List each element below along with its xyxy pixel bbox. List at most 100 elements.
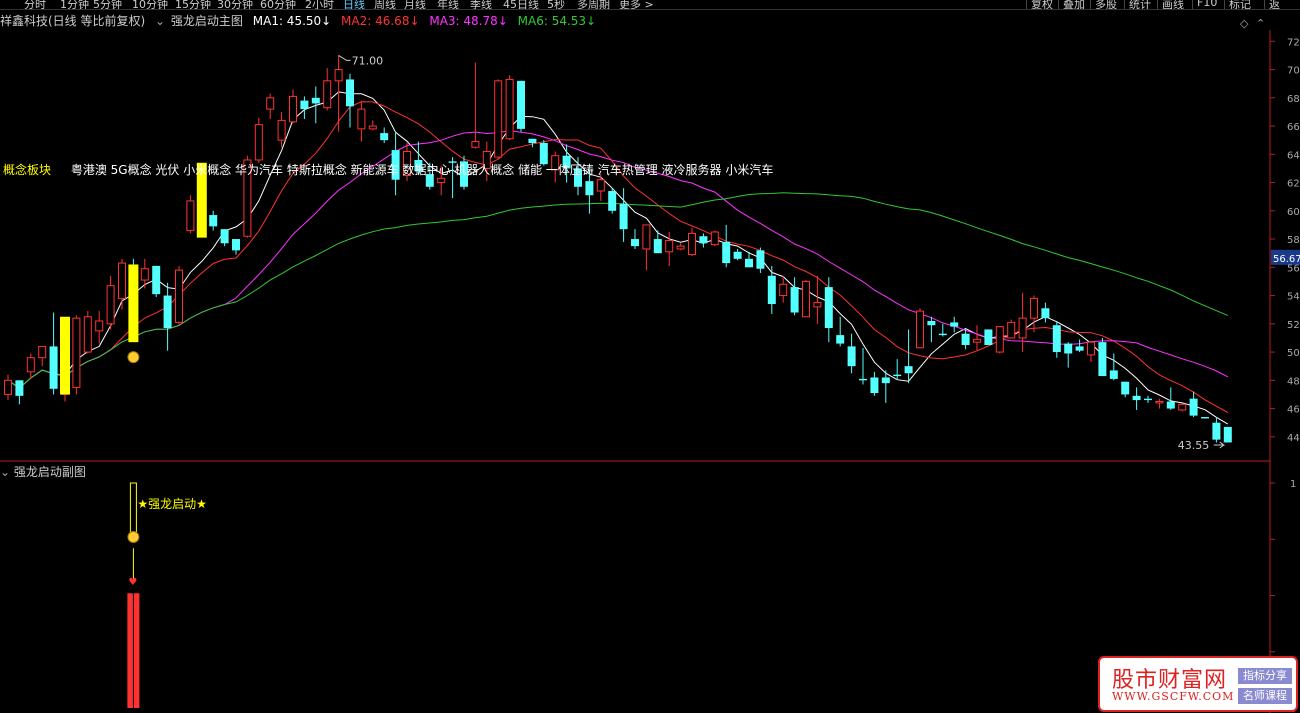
candle[interactable]	[266, 93, 275, 119]
main-indicator-name[interactable]: 强龙启动主图	[171, 14, 243, 28]
period-tab[interactable]: 周线	[374, 0, 396, 9]
sub-indicator-name[interactable]: 强龙启动副图	[14, 465, 86, 479]
candle[interactable]	[4, 374, 12, 401]
candle[interactable]	[859, 347, 867, 385]
candle[interactable]	[300, 96, 309, 119]
period-tab[interactable]: 2小时	[305, 0, 334, 9]
candle[interactable]	[779, 275, 788, 303]
period-tab[interactable]: 年线	[437, 0, 459, 9]
candle[interactable]	[1189, 391, 1198, 418]
candle[interactable]	[881, 370, 890, 403]
toolbar-button[interactable]: 统计	[1124, 0, 1151, 9]
candle[interactable]	[528, 138, 537, 148]
signal-bar[interactable]	[128, 264, 139, 343]
candle[interactable]	[38, 345, 47, 367]
candle[interactable]	[756, 247, 765, 273]
candle[interactable]	[334, 55, 343, 132]
period-tab[interactable]: 更多 >	[619, 0, 654, 9]
candle[interactable]	[1018, 292, 1027, 353]
candle[interactable]	[1007, 319, 1016, 339]
candle[interactable]	[961, 329, 970, 350]
candle[interactable]	[95, 311, 104, 344]
candle[interactable]	[790, 277, 799, 316]
candle[interactable]	[1041, 302, 1050, 323]
candle[interactable]	[357, 100, 366, 142]
candle[interactable]	[836, 316, 845, 347]
period-tab[interactable]: 月线	[404, 0, 426, 9]
candle[interactable]	[688, 227, 696, 257]
candle[interactable]	[1178, 403, 1187, 412]
candle[interactable]	[984, 329, 993, 345]
signal-bar[interactable]	[60, 316, 70, 395]
candle[interactable]	[676, 243, 685, 251]
candle[interactable]	[129, 258, 138, 299]
candle[interactable]	[517, 80, 525, 132]
candle[interactable]	[220, 229, 229, 247]
period-tab[interactable]: 15分钟	[175, 0, 211, 9]
candle[interactable]	[232, 239, 240, 255]
candle[interactable]	[1201, 417, 1209, 419]
candle[interactable]	[197, 202, 206, 218]
candle[interactable]	[140, 258, 149, 289]
candle[interactable]	[311, 86, 320, 124]
candle[interactable]	[118, 258, 126, 310]
candle[interactable]	[175, 265, 183, 326]
candle[interactable]	[1212, 417, 1221, 443]
candle[interactable]	[494, 79, 503, 159]
candle[interactable]	[1075, 339, 1084, 353]
candle[interactable]	[83, 311, 92, 354]
candle[interactable]	[995, 326, 1004, 354]
period-tab[interactable]: 分时	[24, 0, 46, 9]
candle[interactable]	[368, 120, 377, 131]
period-tab[interactable]: 60分钟	[260, 0, 296, 9]
candle[interactable]	[847, 333, 856, 374]
candle[interactable]	[1144, 395, 1152, 403]
candle[interactable]	[254, 117, 263, 163]
candle[interactable]	[163, 282, 172, 351]
candle[interactable]	[1223, 426, 1232, 443]
candle[interactable]	[733, 248, 742, 261]
toolbar-button[interactable]: F10	[1192, 0, 1217, 9]
candle[interactable]	[1098, 337, 1107, 377]
toolbar-button[interactable]: 标记	[1224, 0, 1251, 9]
diamond-icon[interactable]: ◇	[1240, 17, 1249, 30]
period-tab[interactable]: 5分钟	[93, 0, 122, 9]
candle[interactable]	[49, 312, 58, 395]
period-tab[interactable]: 5秒	[547, 0, 565, 9]
candle[interactable]	[904, 329, 913, 384]
candle[interactable]	[323, 68, 332, 111]
candle[interactable]	[642, 224, 651, 271]
chart-area[interactable]: ◇⌃ 71.0043.5556.67 01♥★强龙启动★ 44464850525…	[0, 0, 1300, 713]
candle[interactable]	[1155, 398, 1164, 409]
chevron-down-icon[interactable]: ⌄	[0, 465, 10, 479]
candle[interactable]	[346, 73, 354, 128]
candle[interactable]	[653, 230, 662, 254]
candle[interactable]	[973, 325, 981, 351]
candle[interactable]	[608, 188, 617, 214]
candle[interactable]	[893, 359, 902, 379]
candle[interactable]	[596, 174, 605, 201]
candle[interactable]	[813, 275, 822, 324]
period-tab[interactable]: 日线	[343, 0, 365, 9]
toolbar-button[interactable]: 返	[1264, 0, 1280, 9]
candle[interactable]	[1166, 387, 1175, 410]
toolbar-button[interactable]: 画线	[1157, 0, 1184, 9]
candle[interactable]	[927, 316, 936, 343]
candle[interactable]	[186, 195, 195, 234]
toolbar-button[interactable]: 叠加	[1058, 0, 1085, 9]
period-tab[interactable]: 多周期	[577, 0, 610, 9]
candle[interactable]	[1087, 341, 1095, 362]
candle[interactable]	[1052, 320, 1061, 358]
candle[interactable]	[950, 316, 959, 333]
candle[interactable]	[938, 323, 947, 337]
candle[interactable]	[824, 277, 833, 343]
candle[interactable]	[1121, 381, 1130, 398]
sub-signal-bar[interactable]	[127, 593, 140, 708]
candle[interactable]	[471, 62, 480, 149]
candle[interactable]	[722, 224, 731, 268]
candle[interactable]	[61, 383, 69, 402]
stock-title[interactable]: 祥鑫科技(日线 等比前复权)	[0, 14, 145, 28]
period-tab[interactable]: 45日线	[503, 0, 539, 9]
candle[interactable]	[870, 371, 879, 396]
candle[interactable]	[631, 229, 639, 249]
